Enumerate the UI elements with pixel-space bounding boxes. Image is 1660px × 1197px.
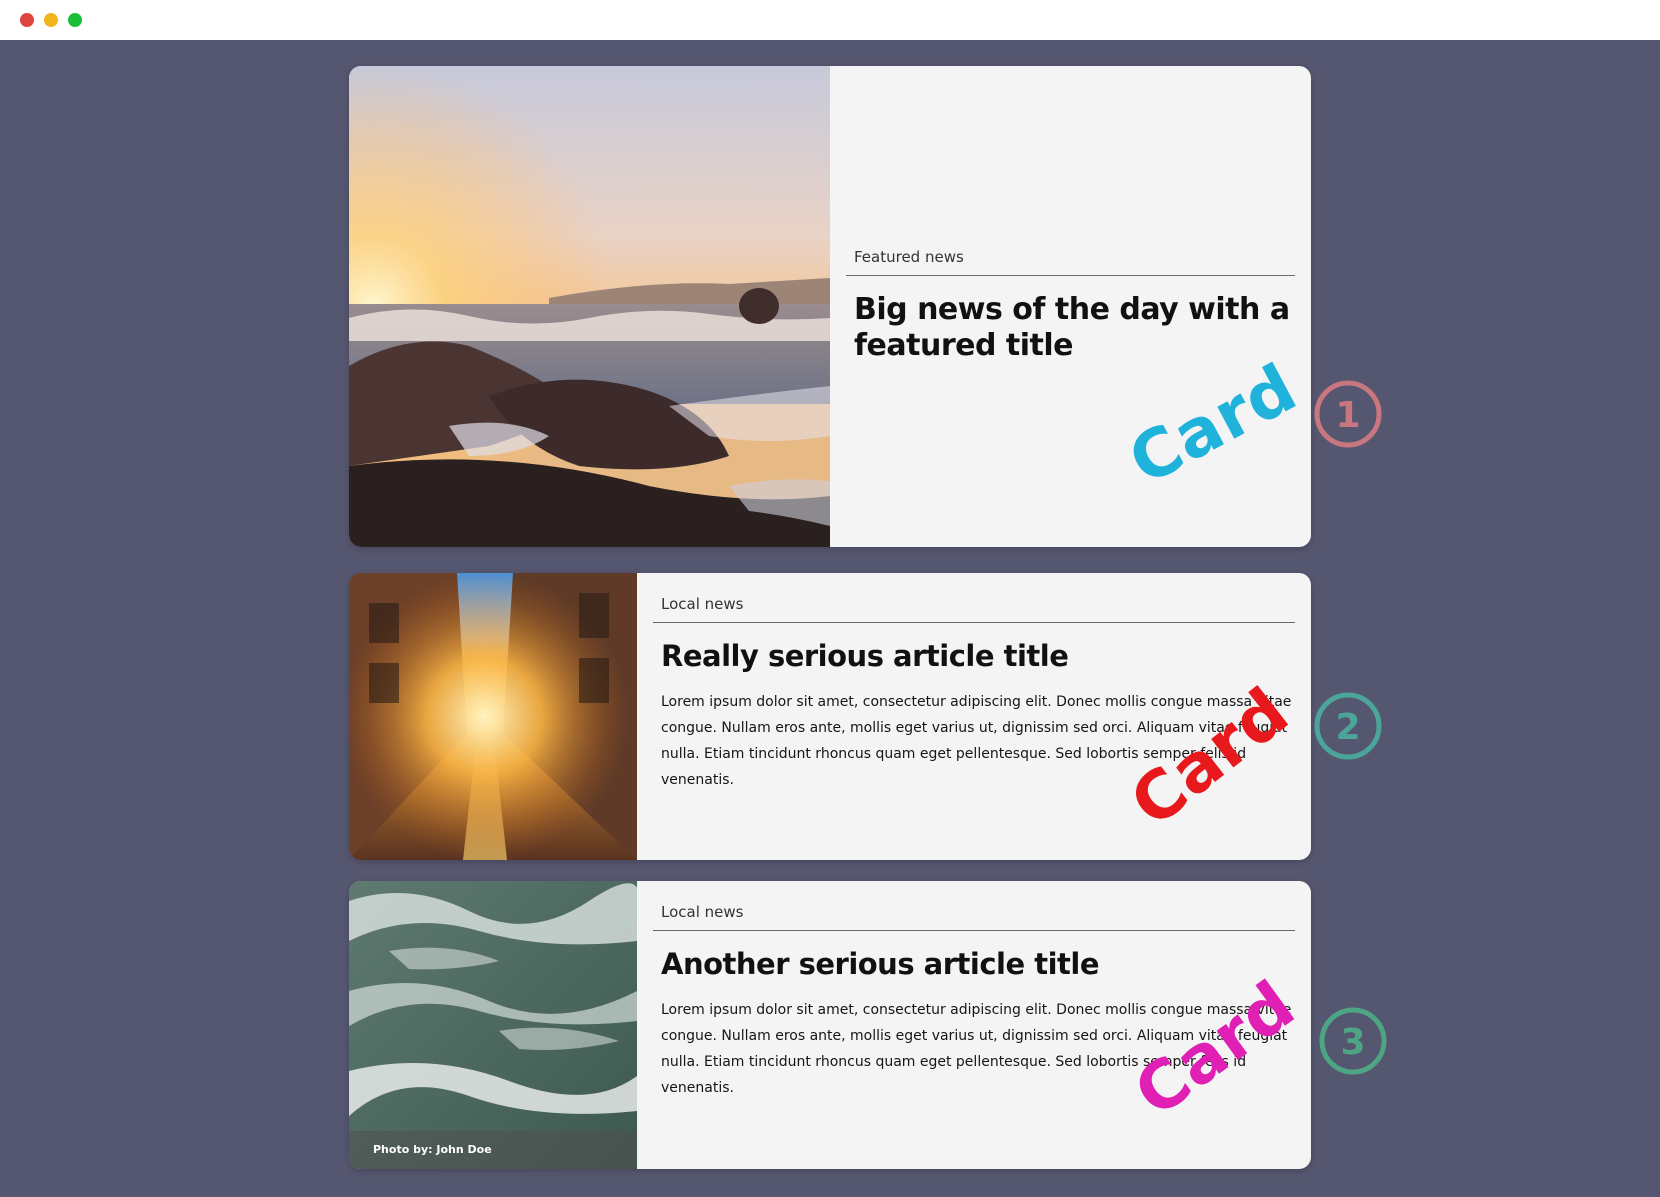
card-image: Photo by: John Doe xyxy=(349,881,637,1169)
close-window-button[interactable] xyxy=(20,13,34,27)
number-badge-2: 2 xyxy=(1314,692,1382,760)
card-image xyxy=(349,66,830,547)
ocean-waves-image xyxy=(349,881,637,1169)
card-excerpt: Lorem ipsum dolor sit amet, consectetur … xyxy=(661,694,1292,788)
card-title[interactable]: Really serious article title xyxy=(661,639,1295,673)
card-category: Local news xyxy=(653,595,1295,623)
card-content: Local news Really serious article title … xyxy=(637,573,1311,860)
maximize-window-button[interactable] xyxy=(68,13,82,27)
city-street-sunset-image xyxy=(349,573,637,860)
minimize-window-button[interactable] xyxy=(44,13,58,27)
featured-news-card[interactable]: Featured news Big news of the day with a… xyxy=(349,66,1311,547)
card-image xyxy=(349,573,637,860)
svg-text:3: 3 xyxy=(1340,1022,1365,1063)
window-titlebar xyxy=(0,0,1660,41)
svg-text:1: 1 xyxy=(1335,395,1360,436)
local-news-card-2[interactable]: Photo by: John Doe Local news Another se… xyxy=(349,881,1311,1169)
number-badge-3: 3 xyxy=(1319,1007,1387,1075)
number-badge-1: 1 xyxy=(1314,380,1382,448)
card-content: Featured news Big news of the day with a… xyxy=(830,66,1311,547)
card-title[interactable]: Big news of the day with a featured titl… xyxy=(854,292,1295,364)
card-category: Featured news xyxy=(846,248,1295,276)
sunset-sea-image xyxy=(349,66,830,547)
local-news-card[interactable]: Local news Really serious article title … xyxy=(349,573,1311,860)
svg-text:2: 2 xyxy=(1335,707,1360,748)
card-title[interactable]: Another serious article title xyxy=(661,947,1295,981)
photo-credit: Photo by: John Doe xyxy=(349,1131,637,1169)
card-excerpt: Lorem ipsum dolor sit amet, consectetur … xyxy=(661,1002,1292,1096)
card-category: Local news xyxy=(653,903,1295,931)
page-viewport: Featured news Big news of the day with a… xyxy=(0,40,1660,1197)
card-content: Local news Another serious article title… xyxy=(637,881,1311,1169)
